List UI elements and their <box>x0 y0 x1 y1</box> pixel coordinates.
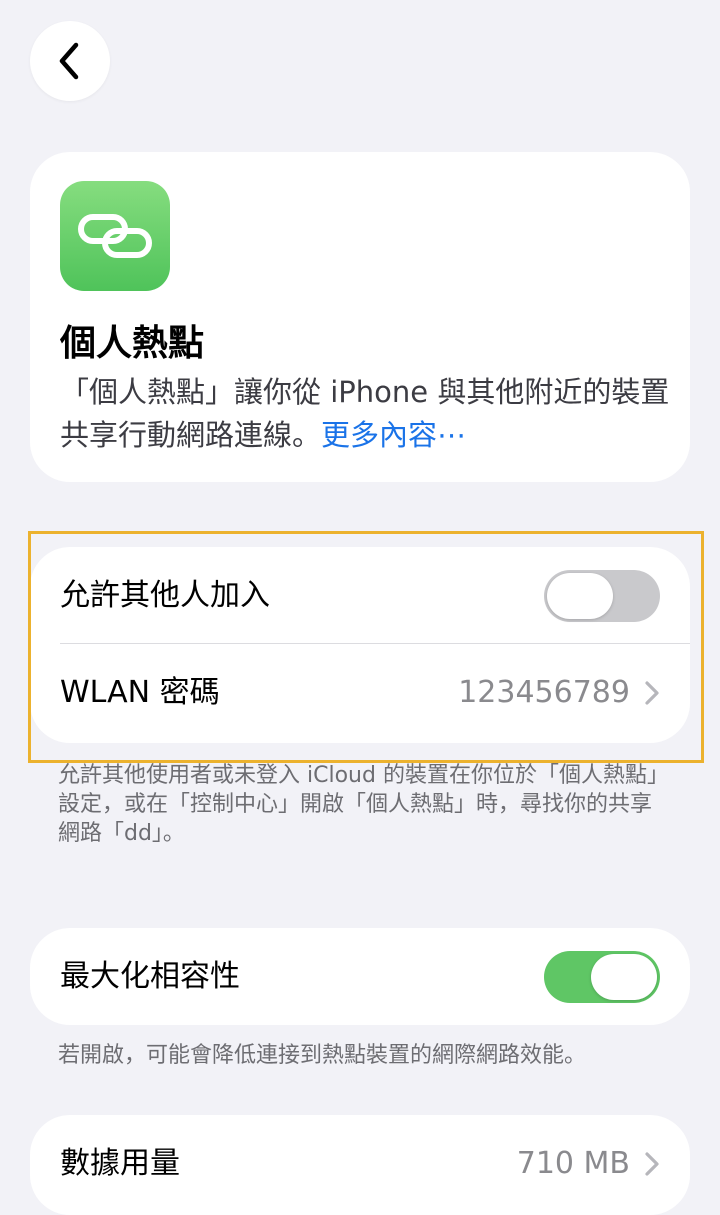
compatibility-group: 最大化相容性 <box>30 928 690 1025</box>
maximize-compatibility-row: 最大化相容性 <box>30 928 690 1025</box>
chevron-right-icon <box>644 1151 660 1177</box>
sharing-footnote: 允許其他使用者或未登入 iCloud 的裝置在你位於「個人熱點」設定，或在「控制… <box>58 763 658 846</box>
hotspot-intro-card: 個人熱點 「個人熱點」讓你從 iPhone 與其他附近的裝置共享行動網路連線。更… <box>30 152 690 482</box>
page-title: 個人熱點 <box>60 323 205 364</box>
hotspot-app-icon <box>60 181 170 291</box>
back-button[interactable] <box>30 21 110 101</box>
highlight-box <box>28 531 704 763</box>
chevron-left-icon <box>59 42 79 80</box>
more-info-link[interactable]: 更多內容⋯ <box>321 418 466 452</box>
intro-description: 「個人熱點」讓你從 iPhone 與其他附近的裝置共享行動網路連線。更多內容⋯ <box>60 371 670 457</box>
toggle-knob <box>591 953 657 1000</box>
link-chain-icon <box>78 214 152 258</box>
data-usage-value: 710 MB <box>516 1146 630 1181</box>
data-usage-row[interactable]: 數據用量 710 MB <box>30 1115 690 1212</box>
compatibility-footnote: 若開啟，可能會降低連接到熱點裝置的網際網路效能。 <box>58 1043 587 1068</box>
data-usage-label: 數據用量 <box>60 1145 180 1181</box>
data-usage-group: 數據用量 710 MB <box>30 1115 690 1215</box>
maximize-compatibility-toggle[interactable] <box>544 950 660 1003</box>
maximize-compatibility-label: 最大化相容性 <box>60 958 240 994</box>
